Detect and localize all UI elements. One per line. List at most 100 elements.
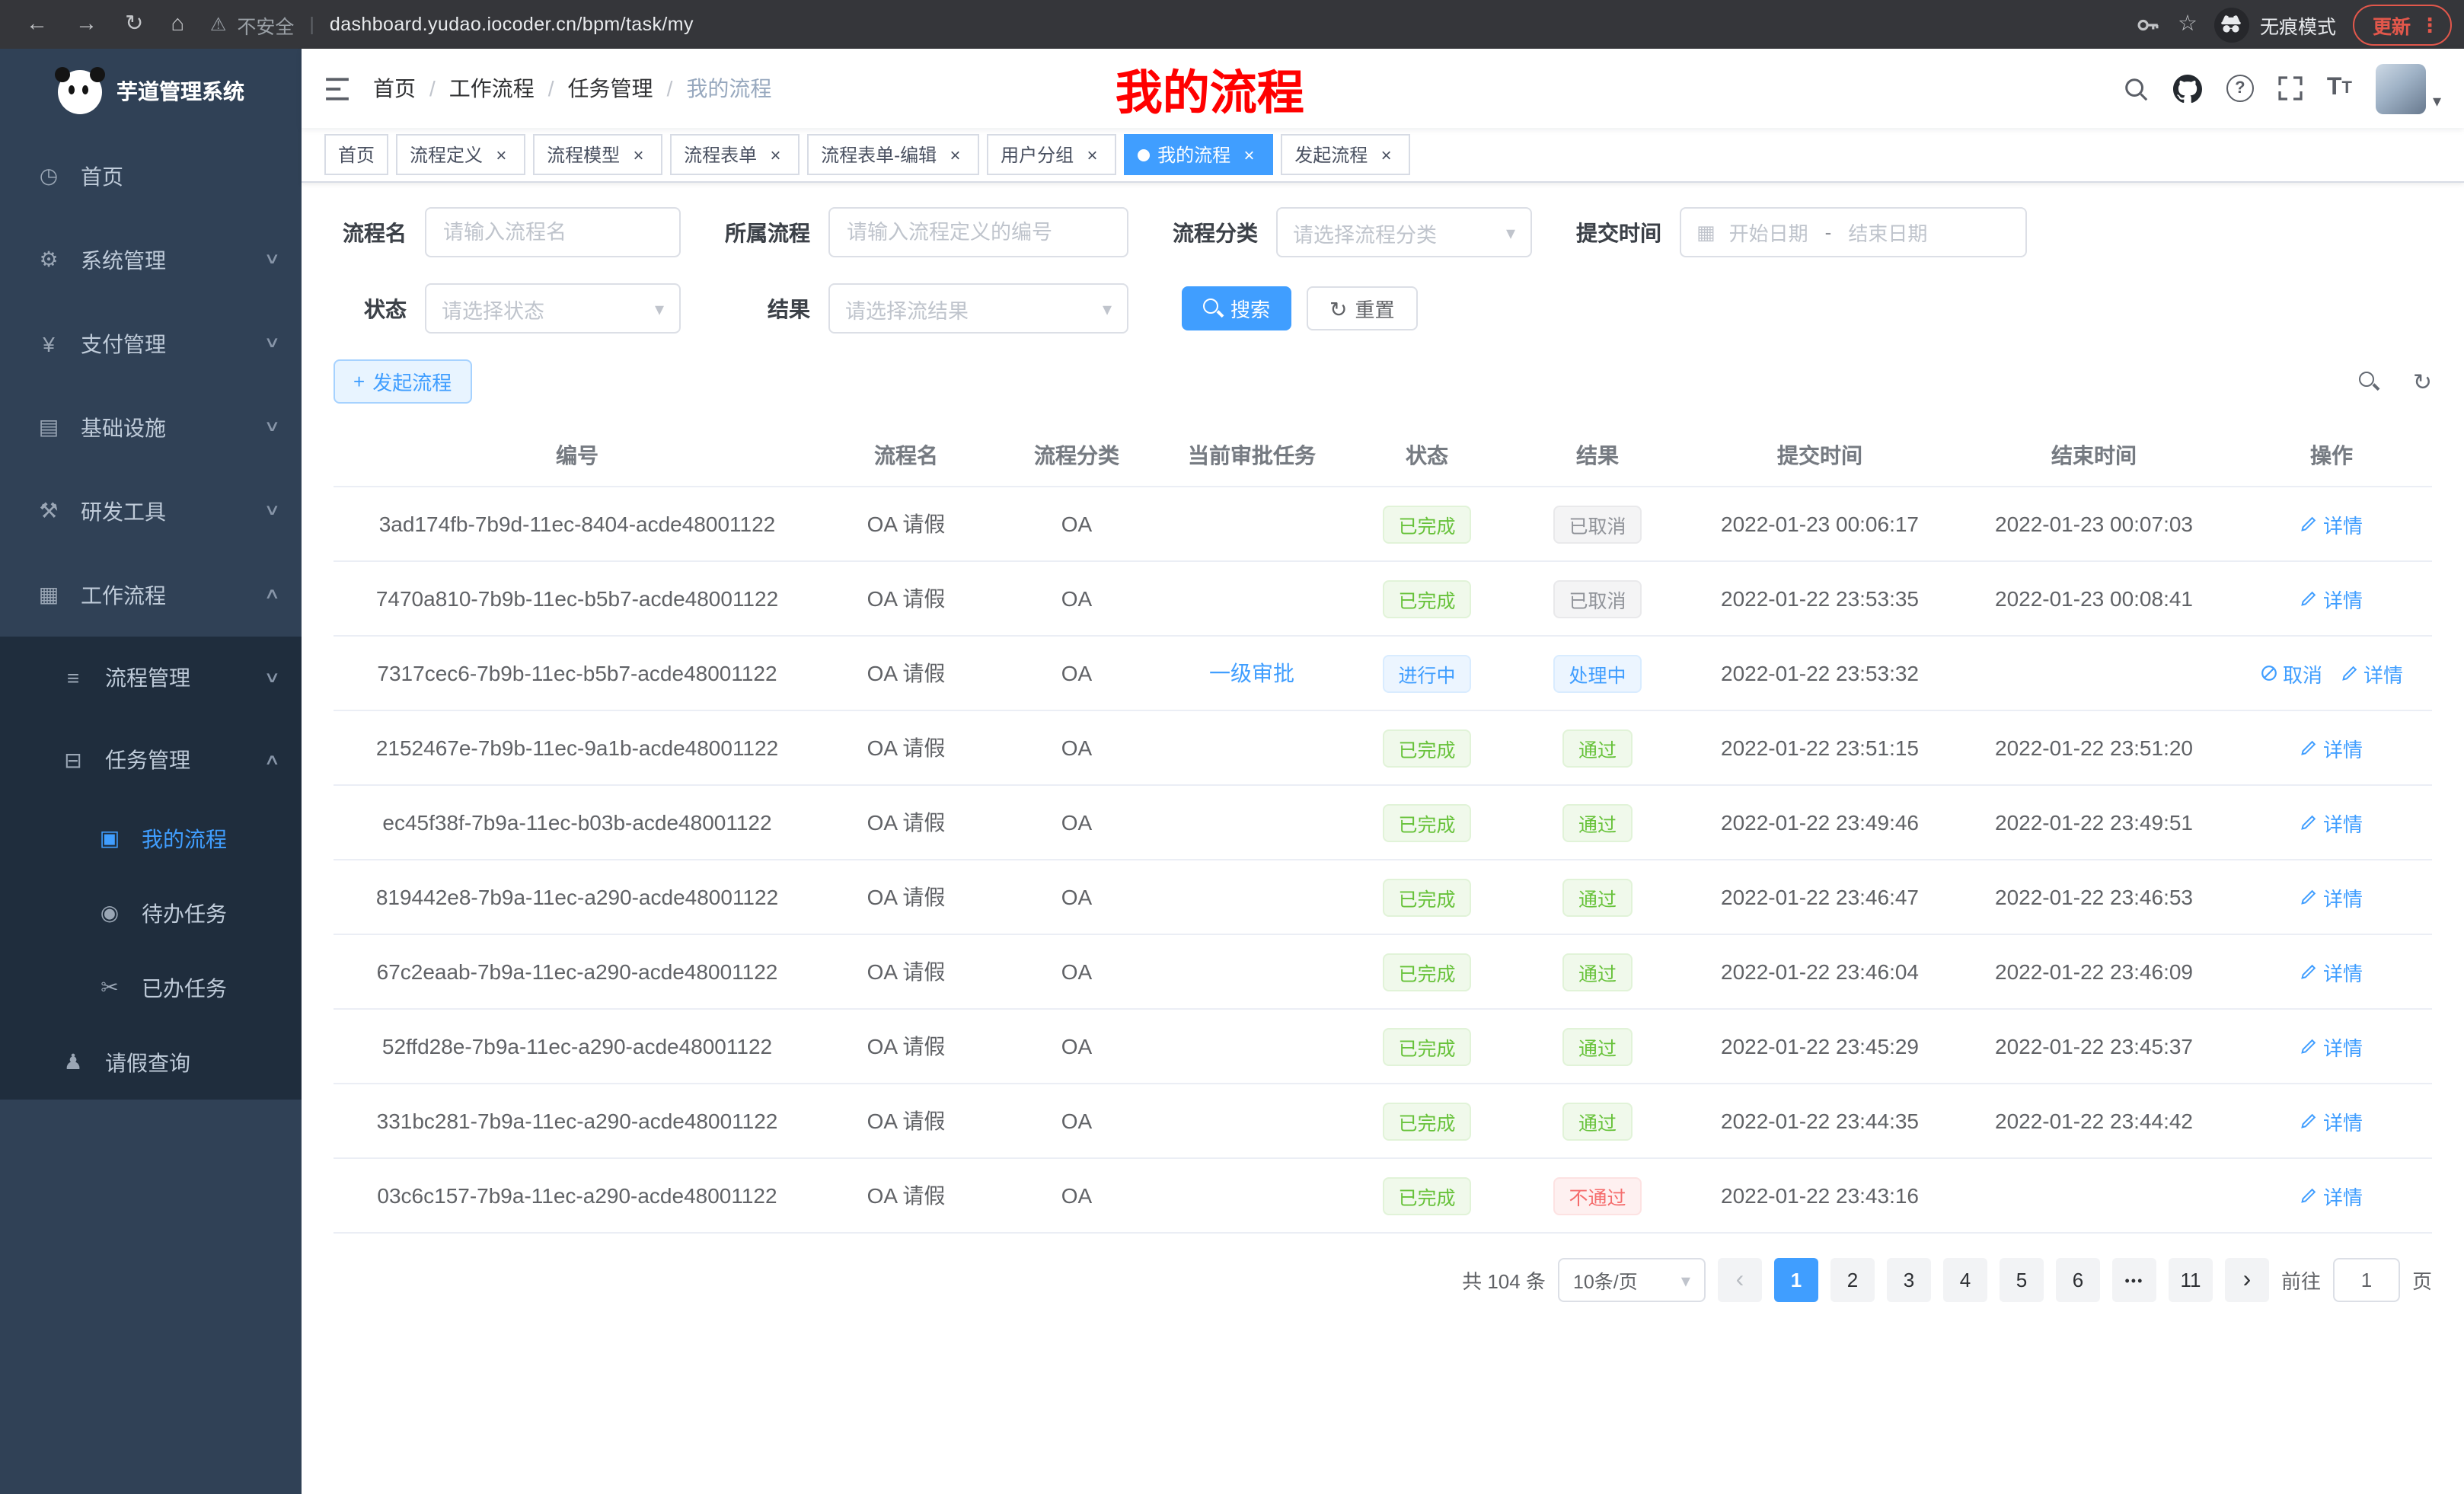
- detail-action[interactable]: 详情: [2341, 659, 2403, 688]
- tab-item[interactable]: 流程表单×: [670, 134, 800, 175]
- fullscreen-icon[interactable]: [2278, 76, 2303, 101]
- close-tab-icon[interactable]: ×: [764, 144, 786, 165]
- back-icon[interactable]: ←: [26, 14, 48, 36]
- sidebar-item-process-mgmt[interactable]: ≡ 流程管理 ∨: [0, 637, 302, 719]
- page-button[interactable]: 3: [1887, 1258, 1931, 1302]
- category-select[interactable]: 请选择流程分类 ▾: [1276, 207, 1532, 257]
- update-button[interactable]: 更新 ⋮: [2353, 4, 2452, 45]
- font-size-icon[interactable]: [2327, 75, 2352, 102]
- detail-action[interactable]: 详情: [2300, 1032, 2363, 1061]
- chevron-down-icon: ∨: [263, 335, 280, 352]
- tab-item[interactable]: 流程定义×: [396, 134, 525, 175]
- close-tab-icon[interactable]: ×: [1375, 144, 1396, 165]
- detail-action[interactable]: 详情: [2300, 509, 2363, 538]
- status-tag: 已完成: [1383, 1176, 1470, 1215]
- pager-ellipsis[interactable]: •••: [2112, 1258, 2156, 1302]
- detail-label: 详情: [2323, 883, 2363, 911]
- filter-label-status: 状态: [334, 293, 407, 324]
- sidebar-item-task-mgmt[interactable]: ⊟ 任务管理 ∧: [0, 719, 302, 801]
- breadcrumb-item[interactable]: 首页: [373, 73, 416, 104]
- sidebar-item-workflow[interactable]: ▦ 工作流程 ∧: [0, 553, 302, 637]
- browser-home-icon[interactable]: ⌂: [171, 14, 184, 36]
- goto-page-input[interactable]: [2333, 1258, 2400, 1302]
- sidebar-item-system[interactable]: ⚙ 系统管理 ∨: [0, 218, 302, 302]
- process-def-input[interactable]: [828, 207, 1128, 257]
- sidebar-item-leave-query[interactable]: ♟ 请假查询: [0, 1025, 302, 1100]
- menu-label: 任务管理: [105, 745, 190, 775]
- tab-item[interactable]: 我的流程×: [1124, 134, 1273, 175]
- search-button[interactable]: 搜索: [1182, 286, 1291, 330]
- close-tab-icon[interactable]: ×: [1081, 144, 1103, 165]
- app-logo[interactable]: 芋道管理系统: [0, 49, 302, 134]
- end-time: 2022-01-23 00:08:41: [1995, 586, 2193, 611]
- search-toggle-icon[interactable]: [2360, 372, 2379, 391]
- tab-item[interactable]: 发起流程×: [1281, 134, 1410, 175]
- tab-item[interactable]: 流程表单-编辑×: [807, 134, 979, 175]
- next-page-button[interactable]: ›: [2225, 1258, 2269, 1302]
- table-row: 3ad174fb-7b9d-11ec-8404-acde48001122 OA …: [334, 487, 2432, 562]
- cancel-action[interactable]: 取消: [2260, 659, 2322, 688]
- close-tab-icon[interactable]: ×: [490, 144, 512, 165]
- detail-label: 详情: [2323, 808, 2363, 837]
- breadcrumb-item[interactable]: 任务管理: [568, 73, 653, 104]
- hamburger-menu-icon[interactable]: [302, 77, 373, 100]
- sidebar-item-devtools[interactable]: ⚒ 研发工具 ∨: [0, 469, 302, 553]
- password-key-icon[interactable]: [2135, 11, 2161, 37]
- submit-time-range-picker[interactable]: ▦ 开始日期 - 结束日期: [1680, 207, 2027, 257]
- result-select[interactable]: 请选择流结果 ▾: [828, 283, 1128, 334]
- browser-menu-icon[interactable]: ⋮: [2420, 14, 2440, 34]
- submit-time: 2022-01-23 00:06:17: [1721, 512, 1919, 536]
- calendar-icon: ▦: [1696, 220, 1716, 244]
- sidebar-item-payment[interactable]: ¥ 支付管理 ∨: [0, 302, 302, 385]
- process-id: 7317cec6-7b9b-11ec-b5b7-acde48001122: [377, 661, 777, 685]
- detail-action[interactable]: 详情: [2300, 957, 2363, 986]
- page-button[interactable]: 11: [2169, 1258, 2213, 1302]
- forward-icon[interactable]: →: [75, 14, 97, 36]
- detail-action[interactable]: 详情: [2300, 1181, 2363, 1210]
- close-tab-icon[interactable]: ×: [1238, 144, 1259, 165]
- tab-item[interactable]: 用户分组×: [987, 134, 1116, 175]
- category-placeholder: 请选择流程分类: [1293, 217, 1437, 247]
- sidebar-item-done-tasks[interactable]: ✂ 已办任务: [0, 950, 302, 1025]
- result-tag: 通过: [1563, 729, 1632, 767]
- process-name: OA 请假: [867, 807, 946, 838]
- table-refresh-icon[interactable]: ↻: [2413, 368, 2432, 395]
- tab-item[interactable]: 首页: [324, 134, 388, 175]
- page-button[interactable]: 5: [2000, 1258, 2044, 1302]
- reset-button[interactable]: ↻ 重置: [1307, 286, 1418, 330]
- detail-action[interactable]: 详情: [2300, 733, 2363, 762]
- process-category: OA: [1061, 1183, 1092, 1208]
- sidebar-item-home[interactable]: ◷ 首页: [0, 134, 302, 218]
- help-icon[interactable]: [2226, 75, 2254, 102]
- detail-action[interactable]: 详情: [2300, 584, 2363, 613]
- breadcrumb-item[interactable]: 工作流程: [449, 73, 535, 104]
- page-button[interactable]: 4: [1943, 1258, 1987, 1302]
- detail-action[interactable]: 详情: [2300, 883, 2363, 911]
- reload-icon[interactable]: ↻: [125, 14, 143, 36]
- detail-action[interactable]: 详情: [2300, 1106, 2363, 1135]
- close-tab-icon[interactable]: ×: [627, 144, 649, 165]
- page-button[interactable]: 1: [1774, 1258, 1818, 1302]
- page-button[interactable]: 6: [2056, 1258, 2100, 1302]
- user-menu[interactable]: ▾: [2376, 63, 2441, 113]
- github-icon[interactable]: [2173, 74, 2202, 103]
- search-icon[interactable]: [2123, 75, 2149, 101]
- sidebar-item-my-process[interactable]: ▣ 我的流程: [0, 801, 302, 876]
- end-time: 2022-01-22 23:46:09: [1995, 959, 2193, 984]
- close-tab-icon[interactable]: ×: [944, 144, 965, 165]
- process-name-input[interactable]: [425, 207, 681, 257]
- detail-action[interactable]: 详情: [2300, 808, 2363, 837]
- address-bar[interactable]: ⚠ 不安全 | dashboard.yudao.iocoder.cn/bpm/t…: [210, 10, 2120, 39]
- gear-icon: ⚙: [34, 247, 64, 273]
- page-size-select[interactable]: 10条/页 ▾: [1558, 1258, 1706, 1302]
- tab-item[interactable]: 流程模型×: [533, 134, 662, 175]
- sidebar-item-todo-tasks[interactable]: ◉ 待办任务: [0, 876, 302, 950]
- prev-page-button[interactable]: ‹: [1718, 1258, 1762, 1302]
- sidebar-item-infrastructure[interactable]: ▤ 基础设施 ∨: [0, 385, 302, 469]
- submit-time: 2022-01-22 23:53:35: [1721, 586, 1919, 611]
- current-task-link[interactable]: 一级审批: [1209, 658, 1294, 688]
- page-button[interactable]: 2: [1830, 1258, 1875, 1302]
- bookmark-star-icon[interactable]: ☆: [2178, 14, 2197, 36]
- create-process-button[interactable]: + 发起流程: [334, 359, 471, 404]
- status-select[interactable]: 请选择状态 ▾: [425, 283, 681, 334]
